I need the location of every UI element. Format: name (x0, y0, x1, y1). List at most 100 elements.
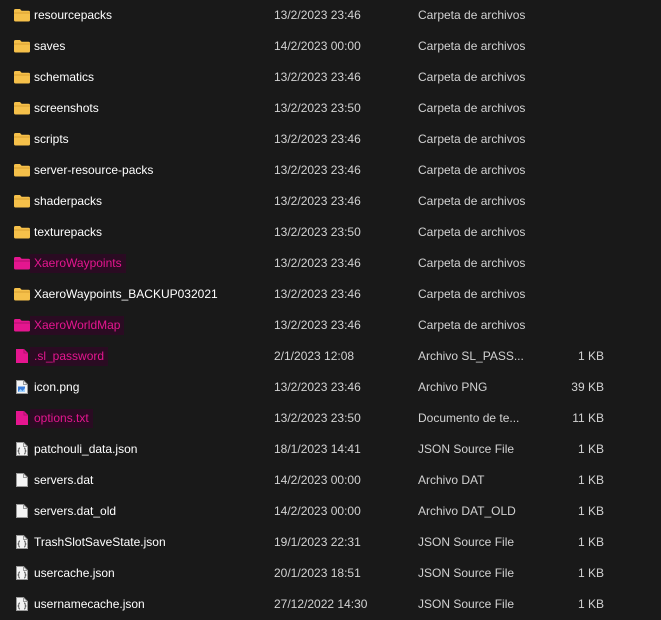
file-row[interactable]: scripts 13/2/2023 23:46 Carpeta de archivo… (0, 124, 661, 155)
file-name-cell[interactable]: saves (30, 31, 69, 62)
file-size: 1 KB (577, 442, 604, 456)
file-size (540, 0, 604, 31)
file-name[interactable]: XaeroWorldMap (30, 316, 125, 335)
file-date: 13/2/2023 23:46 (274, 256, 361, 270)
file-row[interactable]: server-resource-packs 13/2/2023 23:46 Carp… (0, 155, 661, 186)
file-name[interactable]: icon.png (30, 378, 83, 397)
file-size: 1 KB (577, 535, 604, 549)
file-name[interactable]: server-resource-packs (30, 161, 157, 180)
file-type: Carpeta de archivos (418, 8, 526, 22)
file-name-cell[interactable]: usernamecache.json (30, 589, 149, 620)
file-size (540, 93, 604, 124)
file-row[interactable]: XaeroWorldMap 13/2/2023 23:46 Carpeta de a… (0, 310, 661, 341)
file-name-cell[interactable]: usercache.json (30, 558, 119, 589)
file-name-cell[interactable]: texturepacks (30, 217, 106, 248)
file-row[interactable]: resourcepacks 13/2/2023 23:46 Carpeta de a… (0, 0, 661, 31)
file-date: 2/1/2023 12:08 (274, 349, 355, 363)
file-name[interactable]: texturepacks (30, 223, 106, 242)
file-row[interactable]: saves 14/2/2023 00:00 Carpeta de archivos (0, 31, 661, 62)
file-row[interactable]: patchouli_data.json 18/1/2023 14:41 JSON S… (0, 434, 661, 465)
folder-icon (13, 310, 31, 341)
file-date: 27/12/2022 14:30 (274, 597, 368, 611)
file-row[interactable]: options.txt 13/2/2023 23:50 Documento de t… (0, 403, 661, 434)
file-name[interactable]: schematics (30, 68, 98, 87)
file-name-cell[interactable]: options.txt (30, 403, 93, 434)
file-name[interactable]: scripts (30, 130, 73, 149)
file-name-cell[interactable]: schematics (30, 62, 98, 93)
file-name-cell[interactable]: XaeroWaypoints_BACKUP032021 (30, 279, 222, 310)
file-name[interactable]: .sl_password (30, 347, 109, 366)
file-size (540, 31, 604, 62)
file-size (540, 62, 604, 93)
file-name[interactable]: XaeroWaypoints (30, 254, 126, 273)
file-name-cell[interactable]: server-resource-packs (30, 155, 157, 186)
file-name-cell[interactable]: servers.dat (30, 465, 97, 496)
folder-icon (13, 124, 31, 155)
file-row[interactable]: shaderpacks 13/2/2023 23:46 Carpeta de arc… (0, 186, 661, 217)
file-name[interactable]: resourcepacks (30, 6, 116, 25)
file-row[interactable]: schematics 13/2/2023 23:46 Carpeta de arch… (0, 62, 661, 93)
file-row[interactable]: TrashSlotSaveState.json 19/1/2023 22:31 JS… (0, 527, 661, 558)
file-name-cell[interactable]: .sl_password (30, 341, 109, 372)
file-row[interactable]: servers.dat_old 14/2/2023 00:00 Archivo DA… (0, 496, 661, 527)
file-type: JSON Source File (418, 535, 515, 549)
file-name-cell[interactable]: servers.dat_old (30, 496, 120, 527)
file-size (540, 279, 604, 310)
file-name-cell[interactable]: icon.png (30, 372, 83, 403)
file-row[interactable]: .sl_password 2/1/2023 12:08 Archivo SL_PAS… (0, 341, 661, 372)
text-file-icon (13, 403, 31, 434)
file-name-cell[interactable]: resourcepacks (30, 0, 116, 31)
file-name[interactable]: saves (30, 37, 69, 56)
file-date: 13/2/2023 23:46 (274, 318, 361, 332)
file-row[interactable]: texturepacks 13/2/2023 23:50 Carpeta de ar… (0, 217, 661, 248)
file-name[interactable]: XaeroWaypoints_BACKUP032021 (30, 285, 222, 304)
file-date: 20/1/2023 18:51 (274, 566, 361, 580)
file-name[interactable]: screenshots (30, 99, 103, 118)
file-size: 1 KB (577, 566, 604, 580)
file-name[interactable]: servers.dat (30, 471, 97, 490)
file-name[interactable]: options.txt (30, 409, 93, 428)
folder-icon (13, 279, 31, 310)
file-type: Carpeta de archivos (418, 163, 526, 177)
file-type: JSON Source File (418, 597, 515, 611)
file-size: 1 KB (577, 473, 604, 487)
file-row[interactable]: icon.png 13/2/2023 23:46 Archivo PNG 39 KB (0, 372, 661, 403)
file-date: 14/2/2023 00:00 (274, 473, 361, 487)
file-type: Archivo DAT (418, 473, 485, 487)
file-row[interactable]: usercache.json 20/1/2023 18:51 JSON Source… (0, 558, 661, 589)
file-name[interactable]: TrashSlotSaveState.json (30, 533, 170, 552)
file-date: 13/2/2023 23:46 (274, 287, 361, 301)
file-type: Carpeta de archivos (418, 318, 526, 332)
file-name[interactable]: shaderpacks (30, 192, 106, 211)
file-name-cell[interactable]: patchouli_data.json (30, 434, 141, 465)
file-row[interactable]: XaeroWaypoints 13/2/2023 23:46 Carpeta de … (0, 248, 661, 279)
file-size: 11 KB (572, 411, 604, 425)
file-name[interactable]: servers.dat_old (30, 502, 120, 521)
file-name-cell[interactable]: scripts (30, 124, 73, 155)
folder-icon (13, 62, 31, 93)
file-row[interactable]: servers.dat 14/2/2023 00:00 Archivo DAT 1 K… (0, 465, 661, 496)
file-row[interactable]: screenshots 13/2/2023 23:50 Carpeta de arc… (0, 93, 661, 124)
file-date: 18/1/2023 14:41 (274, 442, 361, 456)
file-row[interactable]: usernamecache.json 27/12/2022 14:30 JSON S… (0, 589, 661, 620)
file-name[interactable]: patchouli_data.json (30, 440, 141, 459)
file-size: 1 KB (577, 349, 604, 363)
file-size: 39 KB (571, 380, 604, 394)
file-date: 14/2/2023 00:00 (274, 504, 361, 518)
file-row[interactable]: XaeroWaypoints_BACKUP032021 13/2/2023 23:… (0, 279, 661, 310)
file-name[interactable]: usernamecache.json (30, 595, 149, 614)
file-name-cell[interactable]: XaeroWorldMap (30, 310, 125, 341)
file-type: Carpeta de archivos (418, 101, 526, 115)
file-name-cell[interactable]: screenshots (30, 93, 103, 124)
file-date: 13/2/2023 23:46 (274, 132, 361, 146)
folder-icon (13, 93, 31, 124)
file-size (540, 186, 604, 217)
file-name-cell[interactable]: XaeroWaypoints (30, 248, 126, 279)
file-size (540, 124, 604, 155)
file-date: 14/2/2023 00:00 (274, 39, 361, 53)
file-name-cell[interactable]: TrashSlotSaveState.json (30, 527, 170, 558)
file-icon (13, 465, 31, 496)
file-name[interactable]: usercache.json (30, 564, 119, 583)
file-type: Documento de te... (418, 411, 520, 425)
file-name-cell[interactable]: shaderpacks (30, 186, 106, 217)
